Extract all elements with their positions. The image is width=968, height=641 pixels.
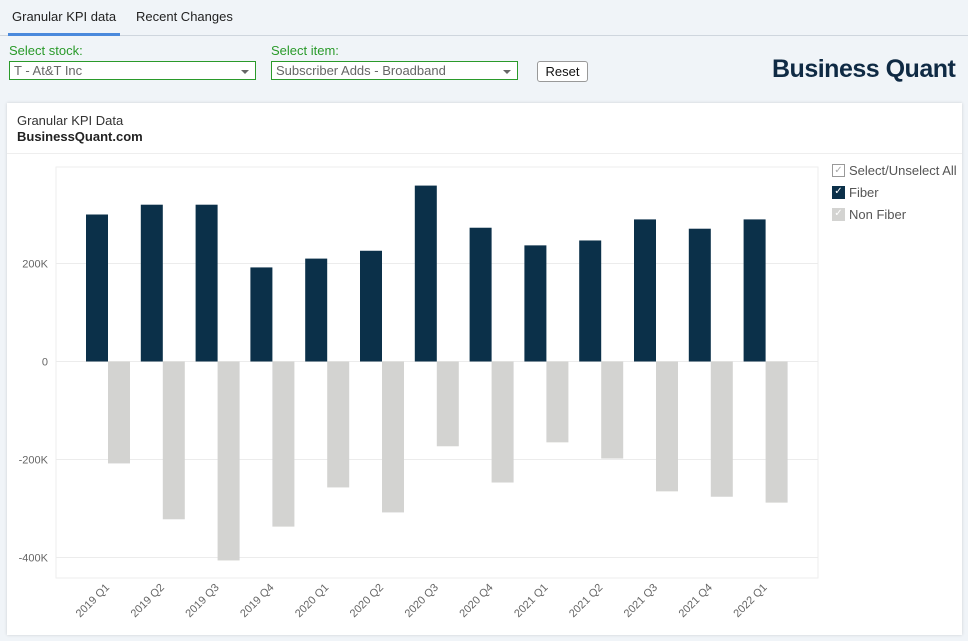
- bar-fiber: [743, 219, 766, 362]
- bar-fiber: [86, 214, 108, 362]
- y-tick-label: 0: [42, 357, 48, 369]
- x-tick-label: 2020 Q4: [457, 582, 495, 620]
- bar-fiber: [469, 227, 492, 362]
- x-tick-label: 2022 Q1: [731, 582, 769, 620]
- bar-non-fiber: [656, 361, 678, 492]
- bar-chart: -400K -200K 0 200K 2019 Q1 2019 Q2 2019 Q3 2019…: [19, 166, 819, 620]
- x-tick-label: 2020 Q2: [348, 582, 386, 620]
- x-tick-label: 2021 Q4: [677, 582, 715, 620]
- x-tick-label: 2019 Q2: [129, 582, 167, 620]
- x-tick-label: 2019 Q3: [183, 582, 221, 620]
- bar-non-fiber: [601, 361, 624, 459]
- bar-non-fiber: [382, 361, 404, 513]
- x-tick-label: 2021 Q3: [622, 582, 660, 620]
- bar-fiber: [250, 267, 273, 362]
- x-tick-label: 2020 Q3: [403, 582, 441, 620]
- bar-non-fiber: [765, 361, 788, 503]
- bar-non-fiber: [162, 361, 185, 520]
- x-tick-label: 2019 Q1: [74, 582, 112, 620]
- bar-non-fiber: [272, 361, 295, 527]
- bar-non-fiber: [710, 361, 733, 497]
- bar-non-fiber: [217, 361, 240, 561]
- bar-fiber: [634, 219, 656, 362]
- x-tick-label: 2021 Q1: [512, 582, 550, 620]
- x-tick-label: 2019 Q4: [238, 582, 276, 620]
- bar-non-fiber: [327, 361, 350, 488]
- bar-fiber: [414, 185, 437, 362]
- y-tick-label: -200K: [19, 455, 49, 467]
- bar-fiber: [140, 204, 163, 362]
- bar-non-fiber: [436, 361, 459, 447]
- bar-fiber: [195, 204, 218, 362]
- bar-non-fiber: [491, 361, 514, 483]
- bar-fiber: [305, 258, 328, 362]
- x-tick-label: 2021 Q2: [567, 582, 605, 620]
- bar-non-fiber: [546, 361, 569, 443]
- y-tick-label: -400K: [19, 553, 49, 565]
- bar-fiber: [688, 228, 711, 362]
- bar-non-fiber: [108, 361, 130, 464]
- bar-fiber: [524, 245, 547, 362]
- y-tick-label: 200K: [22, 259, 48, 271]
- x-tick-label: 2020 Q1: [293, 582, 331, 620]
- bar-fiber: [360, 250, 382, 362]
- bar-fiber: [579, 240, 602, 362]
